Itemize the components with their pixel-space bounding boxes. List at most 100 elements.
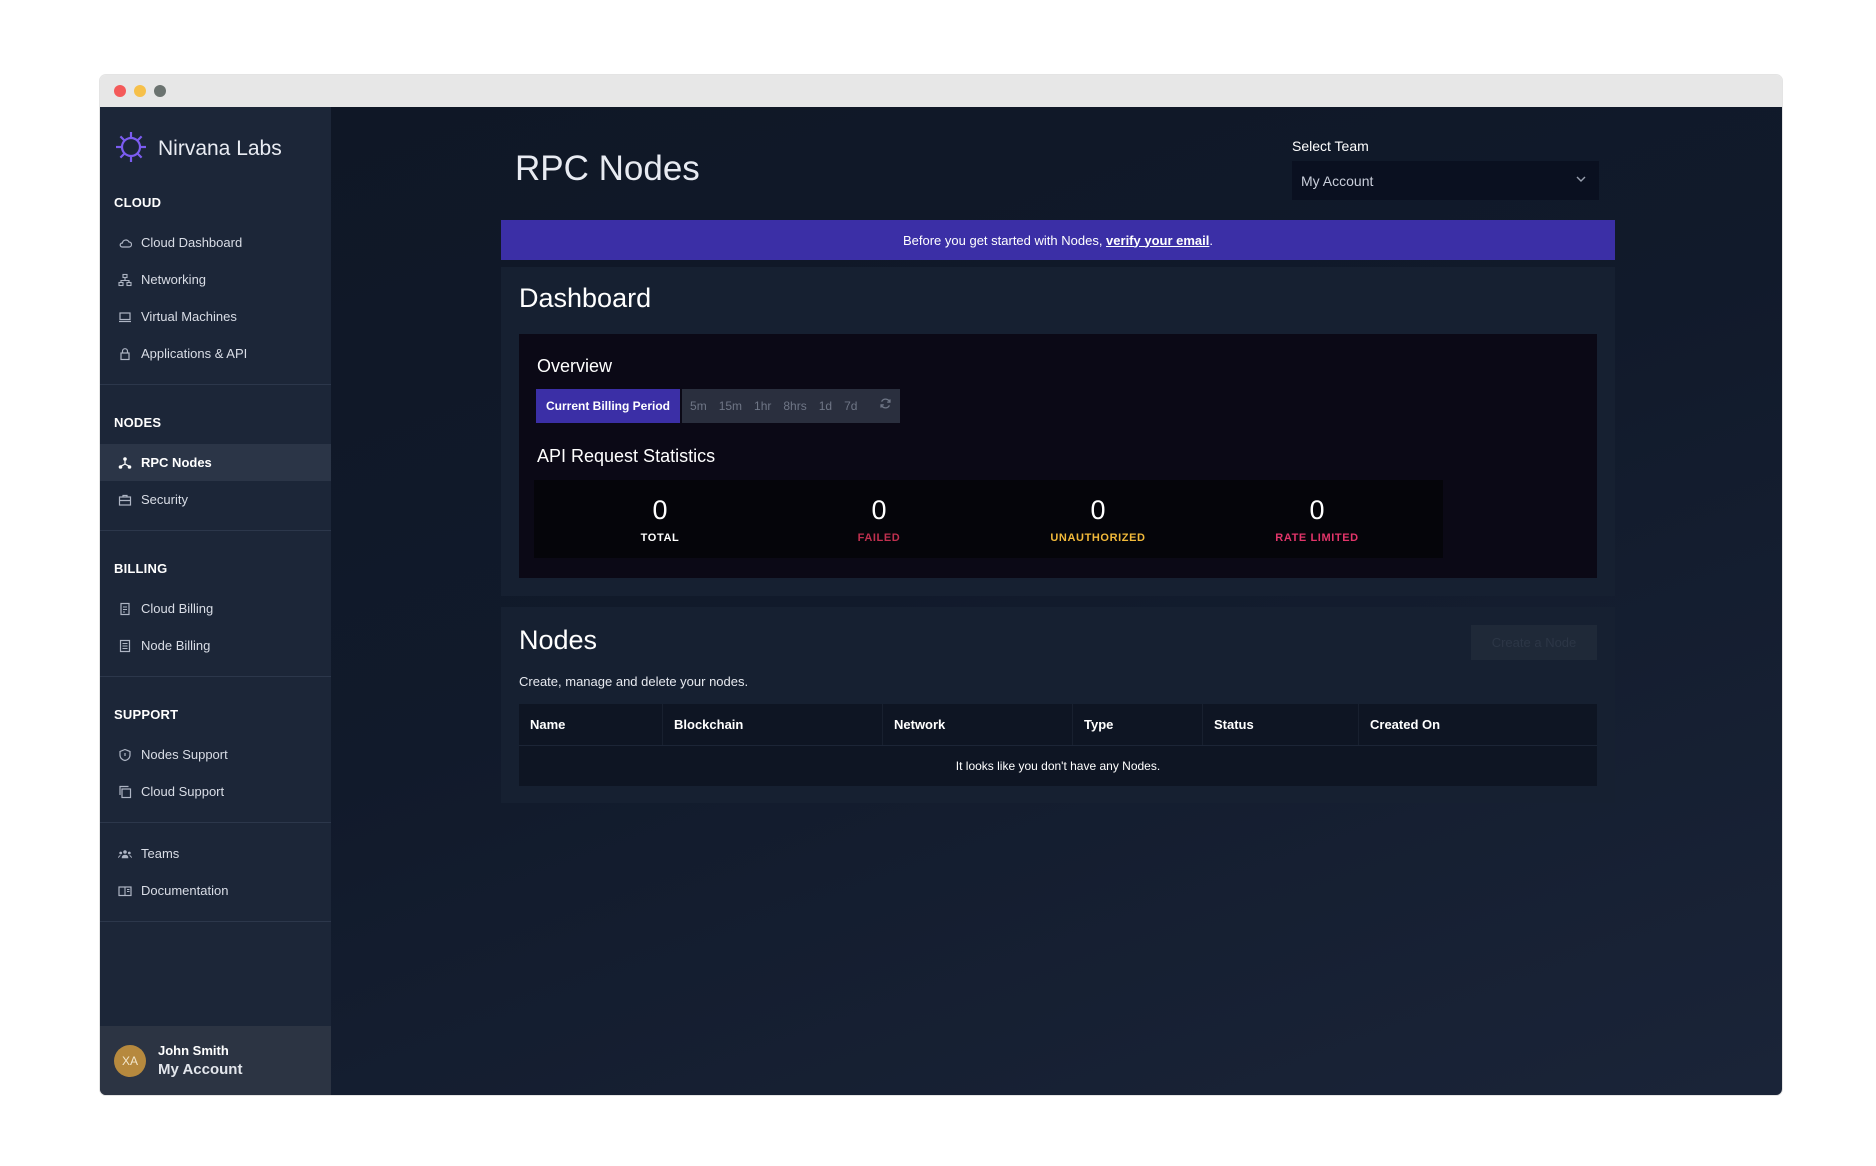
brand[interactable]: Nirvana Labs — [100, 107, 331, 173]
team-select-value: My Account — [1301, 172, 1374, 189]
close-window-button[interactable] — [114, 85, 126, 97]
team-select[interactable]: My Account — [1292, 161, 1599, 200]
sidebar-item-label: Security — [141, 492, 188, 507]
sidebar-item-label: Networking — [141, 272, 207, 287]
column-header-network[interactable]: Network — [883, 704, 1073, 745]
period-tab-group: 5m 15m 1hr 8hrs 1d 7d — [682, 389, 901, 423]
app-window: Nirvana Labs CLOUD Cloud Dashboard Network… — [100, 75, 1782, 1095]
stat-card-unauthorized: 0 UNAUTHORIZED — [972, 480, 1224, 558]
sidebar-section-title: NODES — [114, 415, 162, 430]
team-select-label: Select Team — [1292, 138, 1369, 154]
chevron-down-icon — [1576, 176, 1586, 182]
stat-label: FAILED — [857, 531, 901, 544]
user-account: My Account — [158, 1061, 243, 1078]
tab-period-7d[interactable]: 7d — [844, 399, 857, 413]
maximize-window-button[interactable] — [154, 85, 166, 97]
nodes-table: Name Blockchain Network Type Status Created O… — [519, 704, 1597, 786]
sidebar-section-title: CLOUD — [114, 195, 162, 210]
sidebar: Nirvana Labs CLOUD Cloud Dashboard Network… — [100, 107, 331, 1095]
main-content: RPC Nodes Select Team My Account Before … — [331, 107, 1782, 1095]
book-icon — [118, 884, 132, 898]
tab-period-15m[interactable]: 15m — [719, 399, 742, 413]
user-name: John Smith — [158, 1043, 229, 1058]
stat-label: UNAUTHORIZED — [1050, 531, 1146, 544]
column-header-status[interactable]: Status — [1203, 704, 1359, 745]
tab-current-billing-period[interactable]: Current Billing Period — [536, 389, 681, 423]
sidebar-item-documentation[interactable]: Documentation — [100, 872, 331, 909]
nodes-title: Nodes — [519, 625, 598, 655]
sidebar-nav: CLOUD Cloud Dashboard Networking Virtual Ma… — [100, 173, 331, 922]
banner-suffix: . — [1209, 232, 1213, 248]
receipt-icon — [118, 602, 132, 616]
sidebar-item-label: Teams — [141, 846, 180, 861]
stat-value: 0 — [1309, 494, 1325, 525]
sidebar-item-rpc-nodes[interactable]: RPC Nodes — [100, 444, 331, 481]
sidebar-item-networking[interactable]: Networking — [100, 261, 331, 298]
window-titlebar — [100, 75, 1782, 107]
api-stats-title: API Request Statistics — [537, 446, 716, 466]
stat-value: 0 — [871, 494, 887, 525]
sidebar-item-label: Cloud Support — [141, 784, 225, 799]
column-header-name[interactable]: Name — [519, 704, 663, 745]
sidebar-item-label: RPC Nodes — [141, 455, 212, 470]
stat-label: TOTAL — [640, 531, 680, 544]
nirvana-logo-icon — [114, 130, 148, 169]
briefcase-icon — [118, 493, 132, 507]
banner-text: Before you get started with Nodes, — [902, 232, 1107, 248]
sidebar-section-misc: Teams Documentation — [100, 823, 331, 922]
avatar: XA — [114, 1044, 146, 1077]
network-icon — [118, 273, 132, 287]
column-header-created-on[interactable]: Created On — [1359, 704, 1597, 745]
sidebar-section-billing: BILLING Cloud Billing Node Billing — [100, 531, 331, 677]
sidebar-item-cloud-billing[interactable]: Cloud Billing — [100, 590, 331, 627]
refresh-icon[interactable] — [869, 397, 892, 415]
sidebar-item-cloud-dashboard[interactable]: Cloud Dashboard — [100, 224, 331, 261]
copy-icon — [118, 785, 132, 799]
dashboard-panel: Dashboard Overview Current Billing Perio… — [501, 267, 1615, 596]
stat-card-rate-limited: 0 RATE LIMITED — [1191, 480, 1443, 558]
sidebar-item-security[interactable]: Security — [100, 481, 331, 518]
sidebar-item-virtual-machines[interactable]: Virtual Machines — [100, 298, 331, 335]
sidebar-item-label: Documentation — [141, 883, 229, 898]
sidebar-section-nodes: NODES RPC Nodes Security — [100, 385, 331, 531]
sidebar-item-node-billing[interactable]: Node Billing — [100, 627, 331, 664]
sidebar-item-label: Cloud Billing — [141, 601, 214, 616]
sidebar-section-title: BILLING — [114, 561, 168, 576]
sidebar-item-label: Virtual Machines — [141, 309, 237, 324]
stat-label: RATE LIMITED — [1275, 531, 1359, 544]
document-icon — [118, 639, 132, 653]
sidebar-item-teams[interactable]: Teams — [100, 835, 331, 872]
stat-value: 0 — [1090, 494, 1106, 525]
sidebar-section-title: SUPPORT — [114, 707, 179, 722]
stat-value: 0 — [652, 494, 668, 525]
nodes-panel: Nodes Create a Node Create, manage and d… — [501, 607, 1615, 803]
column-header-blockchain[interactable]: Blockchain — [663, 704, 883, 745]
overview-title: Overview — [537, 356, 613, 376]
sidebar-item-label: Nodes Support — [141, 747, 228, 762]
column-header-type[interactable]: Type — [1073, 704, 1203, 745]
stat-card-total: 0 TOTAL — [534, 480, 786, 558]
dashboard-title: Dashboard — [519, 283, 652, 313]
tab-period-1d[interactable]: 1d — [819, 399, 832, 413]
sidebar-item-applications-api[interactable]: Applications & API — [100, 335, 331, 372]
tab-period-5m[interactable]: 5m — [690, 399, 707, 413]
tab-period-8hrs[interactable]: 8hrs — [783, 399, 806, 413]
sidebar-item-nodes-support[interactable]: Nodes Support — [100, 736, 331, 773]
sidebar-section-support: SUPPORT Nodes Support Cloud Support — [100, 677, 331, 823]
overview-card: Overview Current Billing Period 5m 15m 1hr… — [519, 334, 1597, 578]
user-account-menu[interactable]: XA John Smith My Account — [100, 1026, 331, 1095]
page-title: RPC Nodes — [515, 149, 700, 188]
sidebar-item-cloud-support[interactable]: Cloud Support — [100, 773, 331, 810]
minimize-window-button[interactable] — [134, 85, 146, 97]
verify-email-banner: Before you get started with Nodes, verif… — [501, 220, 1615, 260]
nodes-subtitle: Create, manage and delete your nodes. — [519, 674, 749, 689]
laptop-icon — [118, 310, 132, 324]
tab-period-1hr[interactable]: 1hr — [754, 399, 771, 413]
sidebar-item-label: Node Billing — [141, 638, 211, 653]
verify-email-link[interactable]: verify your email — [1106, 233, 1209, 248]
sidebar-section-cloud: CLOUD Cloud Dashboard Networking Virtual Ma… — [100, 173, 331, 385]
create-node-button[interactable]: Create a Node — [1471, 625, 1597, 660]
nodes-icon — [118, 456, 132, 470]
sidebar-item-label: Cloud Dashboard — [141, 235, 243, 250]
brand-name: Nirvana Labs — [158, 137, 282, 160]
